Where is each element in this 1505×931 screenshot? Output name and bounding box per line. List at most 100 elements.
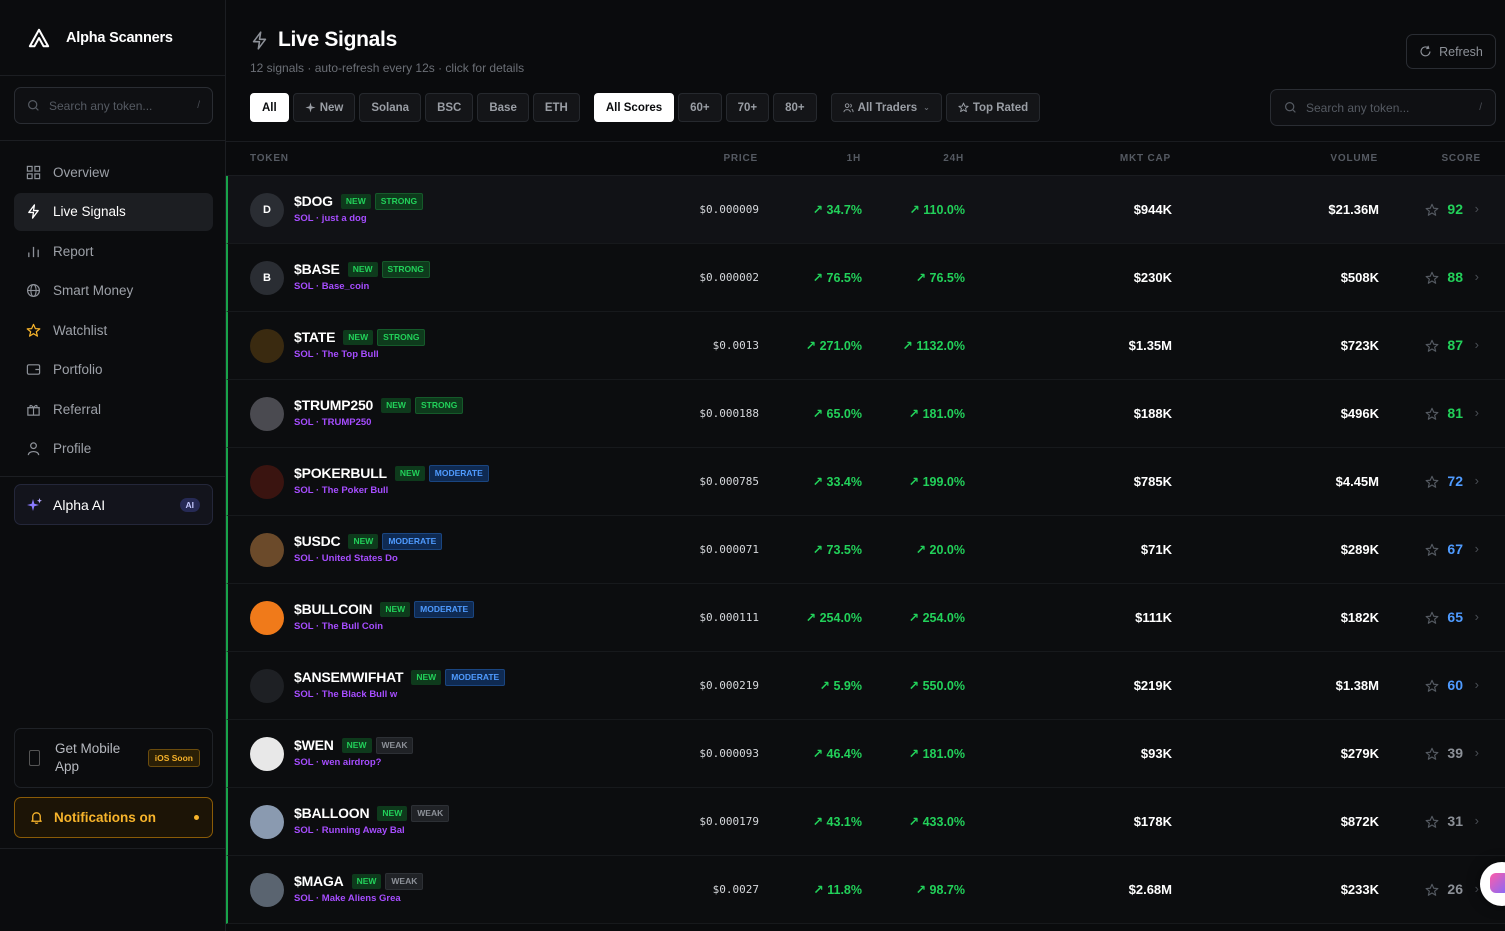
sidebar-item-portfolio[interactable]: Portfolio [14, 351, 213, 389]
filter-chain-bsc[interactable]: BSC [425, 93, 474, 122]
filter-score-60[interactable]: 60+ [678, 93, 722, 122]
filter-chain-base[interactable]: Base [477, 93, 529, 122]
sidebar-item-label: Smart Money [53, 283, 134, 298]
traders-label: All Traders [857, 101, 918, 114]
get-mobile-app-card[interactable]: Get Mobile App iOS Soon [14, 728, 213, 788]
mkt-cap-cell: $188K [1133, 406, 1172, 421]
price-cell: $0.000002 [699, 271, 759, 284]
table-row[interactable]: $MAGA NEW WEAK SOL · Make Aliens Grea $0.002… [226, 856, 1505, 924]
new-badge: NEW [347, 261, 378, 277]
change-1h-cell: ↗ 43.1% [812, 815, 862, 829]
change-1h-cell: ↗ 46.4% [812, 747, 862, 761]
price-cell: $0.000179 [699, 815, 759, 828]
sidebar-item-live-signals[interactable]: Live Signals [14, 192, 213, 231]
table-row[interactable]: $BULLCOIN NEW MODERATE SOL · The Bull Coin $… [226, 584, 1505, 652]
table-row[interactable]: D $DOG NEW STRONG SOL · just a dog $0.000009 ↗… [226, 176, 1505, 244]
mkt-cap-cell: $219K [1133, 678, 1172, 693]
token-symbol: $USDC [294, 533, 341, 549]
score-cell: 81 [1447, 405, 1463, 421]
table-row[interactable]: B $BASE NEW STRONG SOL · Base_coin $0.000002 ↗… [226, 244, 1505, 312]
sidebar: Alpha Scanners Search any token... / Ove… [0, 0, 226, 931]
token-symbol: $BASE [294, 261, 340, 277]
sparkles-icon [27, 497, 42, 511]
table-row[interactable]: $BALLOON NEW WEAK SOL · Running Away Bal $0.… [226, 788, 1505, 856]
star-icon[interactable] [1425, 611, 1439, 625]
sidebar-item-profile[interactable]: Profile [14, 430, 213, 468]
token-subtitle: SOL · wen airdrop? [294, 757, 382, 768]
star-icon[interactable] [1425, 271, 1439, 285]
top-rated-label: Top Rated [972, 101, 1029, 114]
token-subtitle: SOL · Running Away Bal [294, 825, 405, 836]
col-volume[interactable]: VOLUME [1330, 153, 1378, 164]
filter-chain-solana[interactable]: Solana [359, 93, 422, 122]
filter-chain-all[interactable]: All [250, 93, 289, 122]
token-cell: $BASE NEW STRONG SOL · Base_coin [294, 260, 434, 292]
token-search-input[interactable]: Search any token... / [1270, 89, 1496, 126]
mkt-cap-cell: $785K [1133, 474, 1172, 489]
page-subtitle: 12 signals · auto-refresh every 12s · cl… [250, 61, 525, 75]
new-badge: NEW [351, 873, 382, 889]
col-score[interactable]: SCORE [1441, 153, 1481, 164]
token-avatar [250, 601, 284, 635]
star-icon[interactable] [1425, 747, 1439, 761]
sidebar-item-report[interactable]: Report [14, 232, 213, 270]
page-title: Live Signals [278, 28, 397, 51]
new-badge: NEW [381, 397, 411, 413]
filter-chain-new[interactable]: New [292, 93, 356, 122]
filter-score-all[interactable]: All Scores [593, 93, 675, 122]
filter-chain-eth[interactable]: ETH [532, 93, 580, 122]
notifications-toggle[interactable]: Notifications on [14, 797, 213, 838]
star-icon[interactable] [1425, 203, 1439, 217]
table-row[interactable]: $POKERBULL NEW MODERATE SOL · The Poker Bul… [226, 448, 1505, 516]
alpha-ai-button[interactable]: Alpha AI AI [14, 484, 213, 525]
change-24h-cell: ↗ 199.0% [908, 475, 965, 489]
table-row[interactable]: $TRUMP250 NEW STRONG SOL · TRUMP250 $0.00018… [226, 380, 1505, 448]
table-row[interactable]: $ANSEMWIFHAT NEW MODERATE SOL · The Black B… [226, 652, 1505, 720]
token-symbol: $TATE [294, 329, 336, 345]
star-icon[interactable] [1425, 407, 1439, 421]
change-24h-cell: ↗ 433.0% [908, 815, 965, 829]
star-icon[interactable] [1425, 883, 1439, 897]
sidebar-item-overview[interactable]: Overview [14, 153, 213, 191]
star-icon[interactable] [1425, 475, 1439, 489]
price-cell: $0.000219 [699, 679, 759, 692]
refresh-button[interactable]: Refresh [1406, 34, 1496, 69]
brand[interactable]: Alpha Scanners [0, 0, 225, 76]
mobile-app-label: Get Mobile App [55, 741, 121, 774]
table-row[interactable]: $WEN NEW WEAK SOL · wen airdrop? $0.000093 ↗ … [226, 720, 1505, 788]
volume-cell: $289K [1340, 542, 1379, 557]
sidebar-search-input[interactable]: Search any token... / [14, 87, 213, 124]
filter-score-70[interactable]: 70+ [725, 93, 770, 122]
traders-dropdown[interactable]: All Traders ⌄ [830, 93, 942, 122]
star-icon[interactable] [1425, 543, 1439, 557]
new-badge: NEW [340, 193, 371, 209]
top-rated-filter[interactable]: Top Rated [945, 93, 1041, 122]
strength-badge: WEAK [385, 872, 424, 890]
search-icon [1285, 102, 1296, 113]
token-avatar: D [250, 193, 284, 227]
sidebar-item-smart-money[interactable]: Smart Money [14, 272, 213, 310]
col-24h[interactable]: 24H [943, 153, 964, 164]
col-token[interactable]: TOKEN [250, 153, 289, 164]
score-cell: 26 [1447, 881, 1463, 897]
token-cell: $WEN NEW WEAK SOL · wen airdrop? [294, 736, 417, 768]
score-cell: 31 [1447, 813, 1463, 829]
strength-badge: MODERATE [414, 600, 475, 618]
sidebar-item-referral[interactable]: Referral [14, 390, 213, 428]
star-icon[interactable] [1425, 815, 1439, 829]
col-price[interactable]: PRICE [723, 153, 758, 164]
table-row[interactable]: $TATE NEW STRONG SOL · The Top Bull $0.0013 ↗… [226, 312, 1505, 380]
table-row[interactable]: $USDC NEW MODERATE SOL · United States Do $0… [226, 516, 1505, 584]
token-avatar [250, 805, 284, 839]
score-cell: 39 [1447, 745, 1463, 761]
col-mkt-cap[interactable]: MKT CAP [1120, 153, 1171, 164]
score-cell: 92 [1447, 201, 1463, 217]
token-cell: $DOG NEW STRONG SOL · just a dog [294, 192, 427, 224]
star-icon[interactable] [1425, 679, 1439, 693]
star-icon[interactable] [1425, 339, 1439, 353]
filter-score-80[interactable]: 80+ [773, 93, 817, 122]
sidebar-item-watchlist[interactable]: Watchlist [14, 311, 213, 349]
wallet-icon [26, 364, 41, 375]
col-1h[interactable]: 1H [847, 153, 861, 164]
